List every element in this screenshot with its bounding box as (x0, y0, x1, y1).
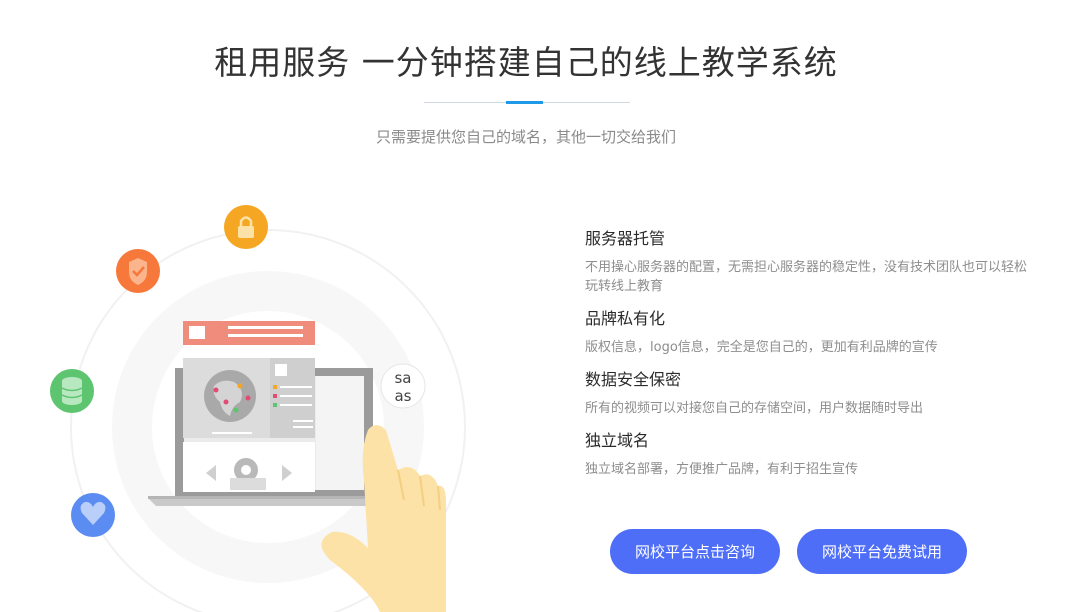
saas-label-bottom: as (394, 387, 411, 405)
page-subtitle: 只需要提供您自己的域名，其他一切交给我们 (375, 128, 676, 146)
saas-label-top: sa (394, 369, 411, 387)
feature-item: 品牌私有化 版权信息，logo信息，完全是您自己的，更加有利品牌的宣传 (585, 308, 1030, 357)
feature-title: 数据安全保密 (585, 370, 682, 389)
feature-list: 服务器托管 不用操心服务器的配置，无需担心服务器的稳定性，没有技术团队也可以轻松… (585, 228, 1030, 491)
feature-item: 独立域名 独立域名部署，方便推广品牌，有利于招生宣传 (585, 430, 1030, 479)
shield-check-icon (116, 249, 160, 293)
feature-title: 品牌私有化 (585, 309, 666, 328)
page-title: 租用服务 一分钟搭建自己的线上教学系统 (214, 43, 838, 82)
consult-button[interactable]: 网校平台点击咨询 (610, 529, 780, 574)
feature-desc: 不用操心服务器的配置，无需担心服务器的稳定性，没有技术团队也可以轻松玩转线上教育 (585, 260, 1028, 294)
feature-title: 服务器托管 (585, 229, 666, 248)
heart-icon (71, 493, 115, 537)
saas-illustration: sa as (50, 205, 466, 612)
feature-item: 服务器托管 不用操心服务器的配置，无需担心服务器的稳定性，没有技术团队也可以轻松… (585, 228, 1030, 296)
feature-desc: 所有的视频可以对接您自己的存储空间，用户数据随时导出 (585, 401, 924, 416)
lock-icon (224, 205, 268, 249)
free-trial-button[interactable]: 网校平台免费试用 (797, 529, 967, 574)
feature-desc: 独立域名部署，方便推广品牌，有利于招生宣传 (585, 462, 859, 477)
feature-title: 独立域名 (585, 431, 650, 450)
feature-item: 数据安全保密 所有的视频可以对接您自己的存储空间，用户数据随时导出 (585, 369, 1030, 418)
title-divider-accent (506, 101, 543, 104)
feature-desc: 版权信息，logo信息，完全是您自己的，更加有利品牌的宣传 (585, 340, 938, 355)
database-icon (50, 369, 94, 413)
